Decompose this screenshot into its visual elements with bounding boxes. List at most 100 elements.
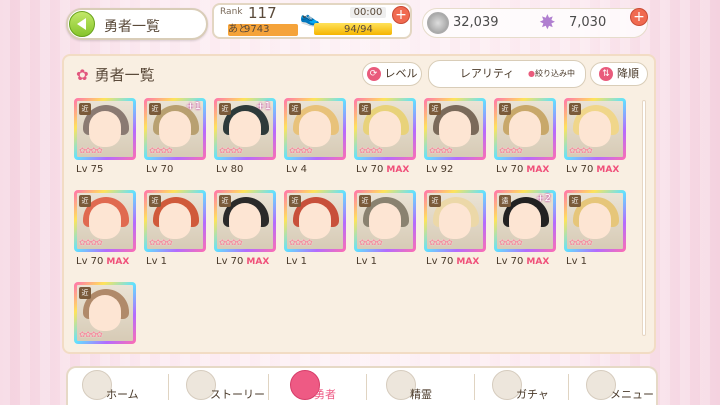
stamina-plus-button[interactable]: + xyxy=(392,6,410,24)
max-badge: MAX xyxy=(246,257,270,267)
rarity-stars: ✿✿✿✿ xyxy=(79,238,103,247)
refresh-icon: ⟳ xyxy=(366,67,381,81)
hero-card[interactable]: 近 ✿✿✿✿ Lv 70 MAX xyxy=(424,190,486,276)
hero-face xyxy=(229,111,261,147)
bottom-nav: ホーム ストーリー 勇者 精霊 ガチャ メニュー xyxy=(66,366,658,405)
hero-portrait: 近 ✿✿✿✿ xyxy=(214,190,276,252)
page-title: 勇者一覧 xyxy=(104,19,160,35)
hero-face xyxy=(439,111,471,147)
hero-grid: 近 ✿✿✿✿ Lv 75 近 +1 ✿✿✿✿ Lv 70 近 +1 ✿✿✿✿ Lv 80 近 ✿✿✿✿ L… xyxy=(68,94,638,348)
rarity-stars: ✿✿✿✿ xyxy=(289,238,313,247)
hero-plus-value: +1 xyxy=(186,101,201,112)
gem-value: 7,030 xyxy=(569,15,607,30)
hero-face xyxy=(229,203,261,239)
hero-list-panel: ✿ 勇者一覧 ⟳ レベル レアリティ ●絞り込み中 ⇅ 降順 近 ✿✿✿✿ Lv 75 近 +… xyxy=(62,54,656,354)
coin-icon xyxy=(427,12,449,34)
coin-value: 32,039 xyxy=(453,15,499,30)
hero-portrait: 近 ✿✿✿✿ xyxy=(564,98,626,160)
hero-portrait: 近 ✿✿✿✿ xyxy=(424,190,486,252)
hero-level: Lv 70 MAX xyxy=(76,256,130,267)
hero-card[interactable]: 近 +1 ✿✿✿✿ Lv 70 xyxy=(144,98,206,184)
hero-card[interactable]: 近 ✿✿✿✿ Lv 75 xyxy=(74,98,136,184)
nav-gacha[interactable]: ガチャ xyxy=(478,368,574,405)
hero-level: Lv 70 MAX xyxy=(496,256,550,267)
rarity-stars: ✿✿✿✿ xyxy=(359,146,383,155)
hero-card[interactable]: 近 ✿✿✿✿ Lv 92 xyxy=(424,98,486,184)
hero-level: Lv 75 xyxy=(76,164,104,175)
hero-level: Lv 70 MAX xyxy=(356,164,410,175)
hero-card[interactable]: 近 +1 ✿✿✿✿ Lv 80 xyxy=(214,98,276,184)
hero-portrait: 近 ✿✿✿✿ xyxy=(74,98,136,160)
rank-value: 117 xyxy=(248,4,277,22)
rarity-stars: ✿✿✿✿ xyxy=(499,238,523,247)
attack-type-badge: 近 xyxy=(359,195,371,207)
hero-level: Lv 1 xyxy=(146,256,168,267)
rarity-stars: ✿✿✿✿ xyxy=(149,238,173,247)
hero-face xyxy=(159,203,191,239)
hero-portrait: 近 ✿✿✿✿ xyxy=(354,98,416,160)
rarity-stars: ✿✿✿✿ xyxy=(569,238,593,247)
attack-type-badge: 近 xyxy=(289,103,301,115)
gem-star-icon: ✸ xyxy=(539,10,556,34)
filter-status[interactable]: ●絞り込み中 xyxy=(528,61,575,87)
max-badge: MAX xyxy=(596,165,620,175)
hero-plus-value: +2 xyxy=(536,193,551,204)
nav-home-label: ホーム xyxy=(106,388,139,401)
sort-level-button[interactable]: ⟳ レベル xyxy=(362,62,422,86)
nav-home[interactable]: ホーム xyxy=(68,368,164,405)
hero-portrait: 近 ✿✿✿✿ xyxy=(284,190,346,252)
nav-story[interactable]: ストーリー xyxy=(172,368,268,405)
panel-title: ✿ 勇者一覧 xyxy=(76,66,155,84)
hero-card[interactable]: 遠 +2 ✿✿✿✿ Lv 70 MAX xyxy=(494,190,556,276)
back-button[interactable] xyxy=(69,11,95,37)
hero-card[interactable]: 近 ✿✿✿✿ Lv 70 MAX xyxy=(564,98,626,184)
hero-card[interactable]: 近 ✿✿✿✿ xyxy=(74,282,136,368)
order-button[interactable]: ⇅ 降順 xyxy=(590,62,648,86)
max-badge: MAX xyxy=(526,165,550,175)
hero-level: Lv 70 xyxy=(146,164,174,175)
nav-menu[interactable]: メニュー xyxy=(572,368,660,405)
attack-type-badge: 近 xyxy=(219,103,231,115)
hero-level: Lv 1 xyxy=(356,256,378,267)
hero-portrait: 近 ✿✿✿✿ xyxy=(424,98,486,160)
hero-card[interactable]: 近 ✿✿✿✿ Lv 70 MAX xyxy=(214,190,276,276)
hero-level: Lv 70 MAX xyxy=(426,256,480,267)
hero-portrait: 近 ✿✿✿✿ xyxy=(74,190,136,252)
hero-level xyxy=(76,348,79,359)
attack-type-badge: 近 xyxy=(79,103,91,115)
hero-face xyxy=(509,111,541,147)
rank-stamina-box: Rank 117 あと 9743 👟 00:00 94/94 xyxy=(212,3,412,39)
hero-card[interactable]: 近 ✿✿✿✿ Lv 70 MAX xyxy=(74,190,136,276)
hero-card[interactable]: 近 ✿✿✿✿ Lv 1 xyxy=(144,190,206,276)
hero-card[interactable]: 近 ✿✿✿✿ Lv 70 MAX xyxy=(354,98,416,184)
hero-card[interactable]: 近 ✿✿✿✿ Lv 1 xyxy=(564,190,626,276)
nav-spirit[interactable]: 精霊 xyxy=(372,368,468,405)
hero-face xyxy=(299,111,331,147)
hero-level: Lv 1 xyxy=(566,256,588,267)
hero-face xyxy=(89,111,121,147)
hero-portrait: 近 ✿✿✿✿ xyxy=(494,98,556,160)
attack-type-badge: 近 xyxy=(149,103,161,115)
nav-heroes[interactable]: 勇者 xyxy=(276,368,364,405)
rank-label: Rank xyxy=(220,7,243,17)
attack-type-badge: 近 xyxy=(289,195,301,207)
hero-card[interactable]: 近 ✿✿✿✿ Lv 70 MAX xyxy=(494,98,556,184)
gem-plus-button[interactable]: + xyxy=(630,8,648,26)
rarity-stars: ✿✿✿✿ xyxy=(429,146,453,155)
hero-card[interactable]: 近 ✿✿✿✿ Lv 1 xyxy=(354,190,416,276)
hero-level: Lv 70 MAX xyxy=(566,164,620,175)
hero-portrait: 近 ✿✿✿✿ xyxy=(564,190,626,252)
hero-portrait: 近 +1 ✿✿✿✿ xyxy=(214,98,276,160)
flower-icon: ✿ xyxy=(76,66,89,84)
currency-box: 32,039 ✸ 7,030 xyxy=(422,8,648,38)
sort-rarity-button[interactable]: レアリティ ●絞り込み中 xyxy=(428,60,586,88)
rarity-stars: ✿✿✿✿ xyxy=(289,146,313,155)
hero-card[interactable]: 近 ✿✿✿✿ Lv 4 xyxy=(284,98,346,184)
hero-level: Lv 92 xyxy=(426,164,454,175)
rarity-stars: ✿✿✿✿ xyxy=(219,238,243,247)
scrollbar[interactable] xyxy=(642,100,646,336)
max-badge: MAX xyxy=(106,257,130,267)
hero-level: Lv 70 MAX xyxy=(496,164,550,175)
back-bar: 勇者一覧 xyxy=(66,8,208,40)
hero-card[interactable]: 近 ✿✿✿✿ Lv 1 xyxy=(284,190,346,276)
